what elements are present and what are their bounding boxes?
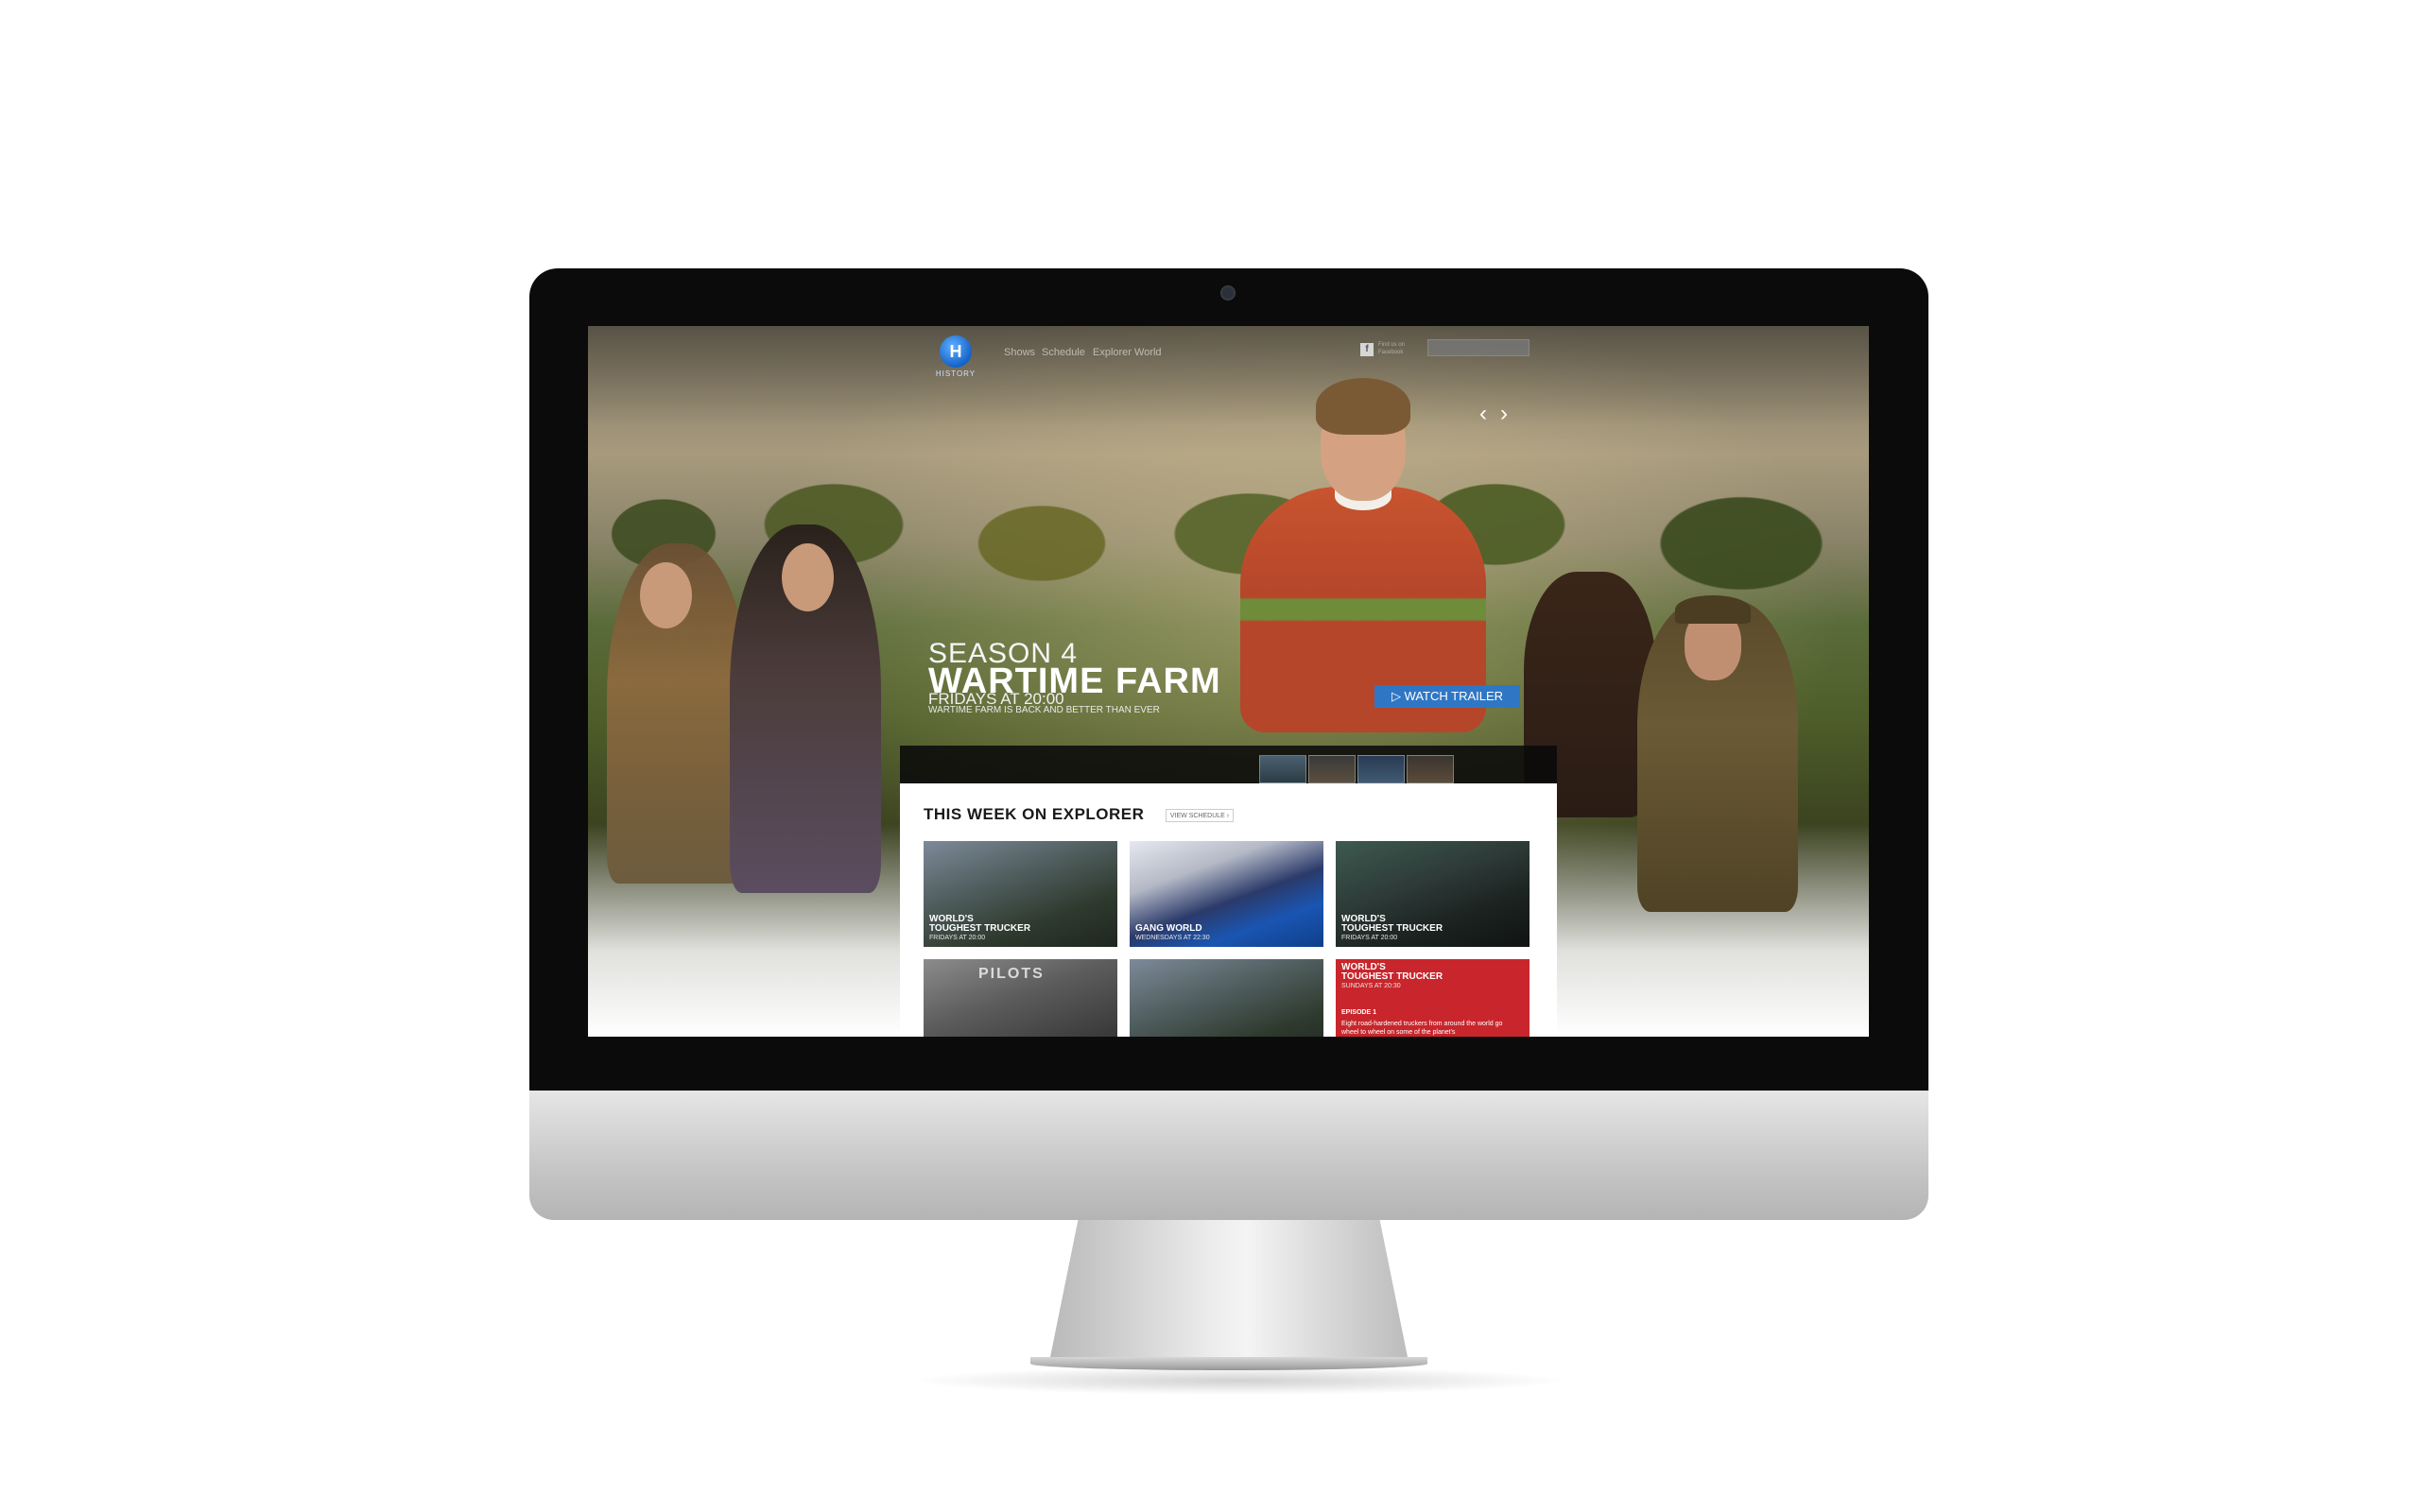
play-icon: ▷ xyxy=(1391,689,1405,703)
card-time: FRIDAYS AT 20:00 xyxy=(1341,935,1398,941)
show-card-pilots[interactable]: PILOTS xyxy=(924,959,1117,1037)
card-title-line2: GANG WORLD xyxy=(1135,923,1202,934)
hero-thumbnail-strip xyxy=(900,746,1557,783)
hero-next-arrow-icon[interactable]: › xyxy=(1495,403,1512,425)
monitor-stand xyxy=(1049,1220,1409,1362)
monitor-chin xyxy=(529,1091,1928,1220)
monitor-shadow xyxy=(908,1366,1569,1395)
card-episode: EPISODE 1 xyxy=(1341,1009,1376,1016)
section-title: THIS WEEK ON EXPLORER xyxy=(924,805,1145,823)
card-time: SUNDAYS AT 20:30 xyxy=(1341,983,1401,989)
hero-figure-head xyxy=(782,543,834,611)
hero-figure-soldier-cap xyxy=(1675,595,1751,624)
card-title-line2: PILOTS xyxy=(978,966,1045,982)
show-card-worlds-toughest-trucker[interactable]: WORLD'S TOUGHEST TRUCKER FRIDAYS AT 20:0… xyxy=(924,841,1117,947)
facebook-text[interactable]: Find us on Facebook xyxy=(1378,341,1427,356)
logo-text: HISTORY xyxy=(935,369,977,378)
hero-figure-woman-hair xyxy=(1316,378,1410,435)
history-logo[interactable]: H xyxy=(940,335,972,368)
facebook-icon[interactable]: f xyxy=(1360,343,1374,356)
card-title-line2: TOUGHEST TRUCKER xyxy=(1341,971,1443,982)
watch-trailer-label: WATCH TRAILER xyxy=(1404,689,1504,703)
hero-thumbnail[interactable] xyxy=(1259,755,1306,783)
nav-link-explorer-world[interactable]: Explorer World xyxy=(1093,347,1162,358)
watch-trailer-button[interactable]: ▷ WATCH TRAILER xyxy=(1374,685,1520,708)
card-time: FRIDAYS AT 20:00 xyxy=(929,935,986,941)
camera-icon xyxy=(1220,285,1236,301)
hero-thumbnail[interactable] xyxy=(1407,755,1454,783)
view-schedule-button[interactable]: VIEW SCHEDULE › xyxy=(1166,809,1234,822)
screen: H HISTORY Shows Schedule Explorer World … xyxy=(588,326,1869,1037)
search-input[interactable] xyxy=(1427,339,1530,356)
show-card-worlds-toughest-trucker-highlight[interactable]: WORLD'S TOUGHEST TRUCKER SUNDAYS AT 20:3… xyxy=(1336,959,1530,1037)
hero-tagline: WARTIME FARM IS BACK AND BETTER THAN EVE… xyxy=(928,705,1160,715)
card-title-line2: TOUGHEST TRUCKER xyxy=(1341,923,1443,934)
hero-thumbnail[interactable] xyxy=(1357,755,1405,783)
nav-link-schedule[interactable]: Schedule xyxy=(1042,347,1085,358)
show-card-worlds-toughest-trucker[interactable]: WORLD'S TOUGHEST TRUCKER FRIDAYS AT 20:0… xyxy=(1336,841,1530,947)
show-card[interactable] xyxy=(1130,959,1323,1037)
card-time: WEDNESDAYS AT 22:30 xyxy=(1135,935,1210,941)
hero-prev-arrow-icon[interactable]: ‹ xyxy=(1475,403,1492,425)
nav-link-shows[interactable]: Shows xyxy=(1004,347,1035,358)
card-title-line2: TOUGHEST TRUCKER xyxy=(929,923,1031,934)
show-card-gang-world[interactable]: GANG WORLD WEDNESDAYS AT 22:30 xyxy=(1130,841,1323,947)
hero-thumbnail[interactable] xyxy=(1308,755,1356,783)
hero-figure-head xyxy=(640,562,692,628)
card-description: Eight road-hardened truckers from around… xyxy=(1341,1021,1503,1036)
